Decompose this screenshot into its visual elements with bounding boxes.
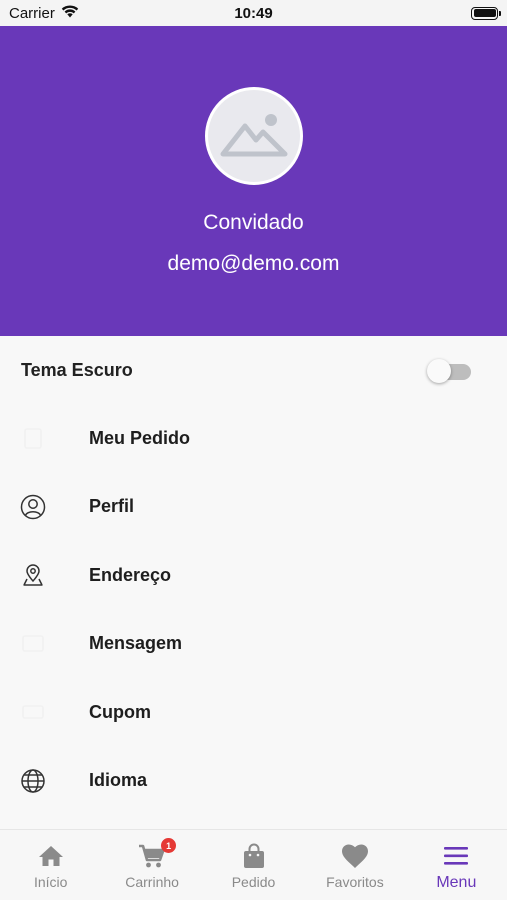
order-icon [20,425,46,451]
user-name: Convidado [203,211,304,234]
tab-label: Pedido [231,874,276,890]
menu-item-endereco[interactable]: Endereço [0,541,507,610]
tab-inicio[interactable]: Início [0,830,101,900]
menu-item-mensagem[interactable]: Mensagem [0,610,507,679]
tab-carrinho[interactable]: 1 Carrinho [101,830,202,900]
tab-pedido[interactable]: Pedido [203,830,304,900]
menu-list: Meu Pedido Perfil Endereço Mensagem Cupo… [0,404,507,815]
cart-icon: 1 [138,838,177,870]
tab-label: Menu [436,874,477,891]
menu-item-meu-pedido[interactable]: Meu Pedido [0,404,507,473]
status-bar: Carrier 10:49 [0,0,507,26]
tab-menu[interactable]: Menu [406,830,507,900]
tab-label: Carrinho [125,874,179,890]
menu-item-perfil[interactable]: Perfil [0,473,507,542]
dark-theme-label: Tema Escuro [21,359,133,380]
tab-label: Início [33,874,68,890]
menu-item-cupom[interactable]: Cupom [0,678,507,747]
menu-icon [443,842,469,870]
profile-header: Convidado demo@demo.com [0,26,507,336]
bag-icon [242,842,266,870]
tab-favoritos[interactable]: Favoritos [304,830,405,900]
message-icon [20,631,46,657]
carrier-label: Carrier [9,4,55,22]
tab-label: Favoritos [326,874,384,890]
avatar[interactable] [204,87,303,185]
profile-icon [20,494,46,520]
wifi-icon [61,4,79,22]
battery-icon [471,6,501,20]
location-icon [20,562,46,588]
home-icon [38,842,64,870]
menu-item-label: Perfil [89,496,135,517]
status-left: Carrier [9,5,79,22]
globe-icon [20,768,46,794]
bottom-tab-bar: Início 1 Carrinho Pedido Favoritos Menu [0,829,507,900]
cart-badge: 1 [161,838,177,853]
user-email: demo@demo.com [167,252,340,275]
menu-item-label: Meu Pedido [89,427,191,448]
dark-theme-toggle[interactable] [427,359,471,383]
heart-icon [341,842,369,870]
coupon-icon [20,699,46,725]
image-placeholder-icon [220,114,287,157]
menu-item-label: Endereço [89,564,172,585]
menu-item-label: Idioma [89,770,148,791]
menu-item-label: Cupom [89,701,151,722]
menu-item-label: Mensagem [89,633,183,654]
menu-item-idioma[interactable]: Idioma [0,747,507,816]
dark-theme-row: Tema Escuro [0,336,507,404]
